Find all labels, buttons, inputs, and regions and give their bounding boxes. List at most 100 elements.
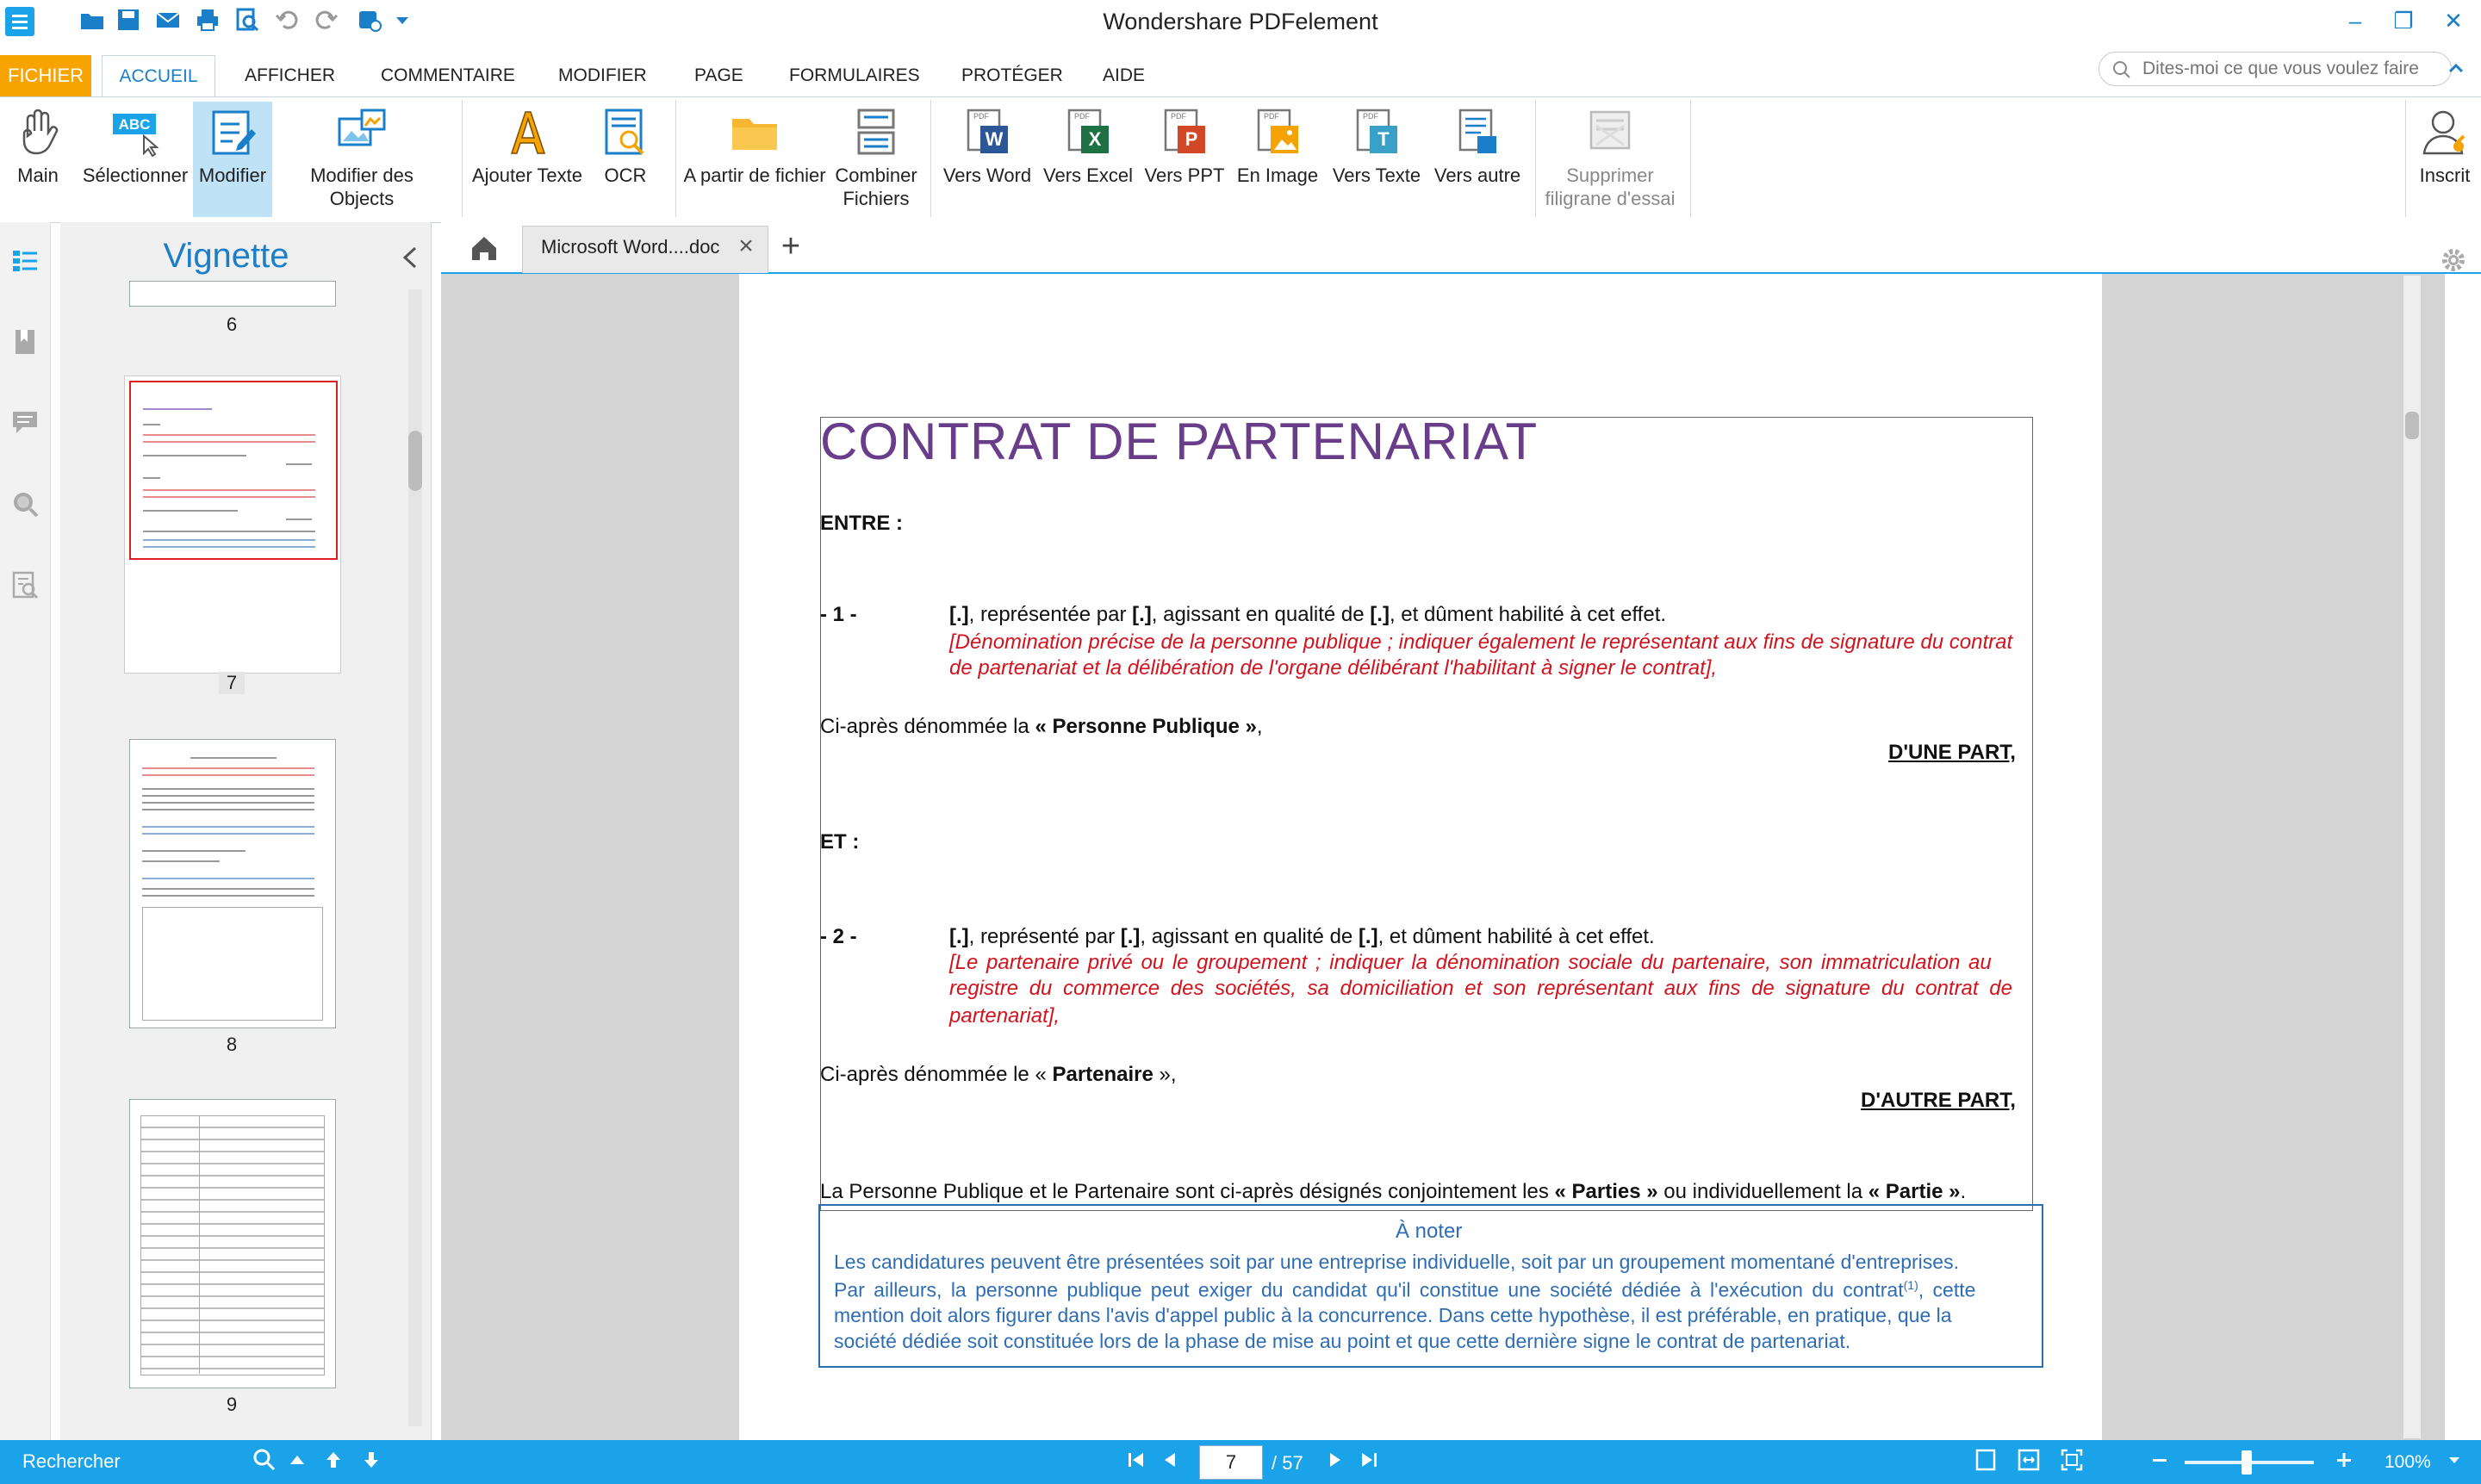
excel-file-icon: PDF X	[1067, 109, 1109, 153]
thumbnails-panel-icon[interactable]	[10, 246, 40, 276]
fit-page-icon[interactable]	[2059, 1447, 2085, 1473]
tab-accueil[interactable]: ACCUEIL	[102, 55, 215, 97]
edit-tool-button[interactable]: Modifier	[193, 102, 272, 217]
current-page-input[interactable]: 7	[1199, 1445, 1263, 1480]
to-image-button[interactable]: PDF En Image	[1230, 102, 1325, 217]
close-window-button[interactable]: ✕	[2434, 5, 2472, 36]
page-thumbnail-9[interactable]	[129, 1099, 336, 1388]
ribbon-separator	[930, 100, 931, 217]
page-thumbnail-number: 6	[226, 314, 238, 335]
first-page-icon[interactable]	[1123, 1447, 1149, 1473]
undo-icon[interactable]	[274, 7, 300, 33]
tab-afficher[interactable]: AFFICHER	[245, 55, 335, 96]
page-thumbnail-7[interactable]	[129, 381, 338, 560]
page-thumbnail-6[interactable]	[129, 281, 336, 307]
to-other-button[interactable]: Vers autre	[1428, 102, 1527, 217]
app-menu-button[interactable]	[5, 7, 34, 36]
next-page-icon[interactable]	[1321, 1447, 1347, 1473]
collapse-panel-icon[interactable]	[396, 243, 426, 272]
note-line: mention doit alors figurer dans l'avis d…	[834, 1304, 1952, 1326]
edit-objects-button[interactable]: Modifier des Objects	[276, 102, 448, 217]
tab-modifier[interactable]: MODIFIER	[558, 55, 647, 96]
thumbnail-table	[142, 907, 323, 1021]
text-frame	[820, 417, 2033, 1211]
entre-heading: ENTRE :	[820, 512, 903, 535]
tell-me-input[interactable]	[2141, 56, 2442, 82]
combine-files-button[interactable]: Combiner Fichiers	[829, 102, 923, 217]
to-text-button[interactable]: PDF T Vers Texte	[1325, 102, 1428, 217]
fit-width-icon[interactable]	[2016, 1447, 2042, 1473]
party-1-line: [.], représentée par [.], agissant en qu…	[949, 603, 1667, 626]
party-2-instructions: [Le partenaire privé ou le groupement ; …	[949, 951, 1992, 974]
remove-watermark-icon	[1589, 110, 1631, 150]
search-icon[interactable]	[252, 1447, 277, 1473]
tab-proteger[interactable]: PROTÉGER	[961, 55, 1063, 96]
text-file-icon: PDF T	[1356, 109, 1397, 153]
tab-formulaires[interactable]: FORMULAIRES	[789, 55, 920, 96]
add-text-button[interactable]: Ajouter Texte	[465, 102, 589, 217]
save-icon[interactable]	[115, 7, 141, 33]
select-text-icon: ABC	[113, 114, 159, 158]
quick-access-dropdown-icon[interactable]	[389, 7, 415, 33]
hand-icon	[22, 109, 59, 155]
left-rail	[0, 222, 51, 1440]
to-other-label: Vers autre	[1433, 165, 1521, 186]
from-file-button[interactable]: A partir de fichier	[681, 102, 829, 217]
search-panel-icon[interactable]	[10, 489, 40, 518]
party-1-instructions: de partenariat et la délibération de l'o…	[949, 656, 1718, 680]
zoom-in-icon[interactable]	[2331, 1447, 2357, 1473]
ocr-button[interactable]: OCR	[594, 102, 656, 217]
previous-page-icon[interactable]	[1158, 1447, 1184, 1473]
search-up-icon[interactable]	[284, 1447, 310, 1473]
bookmarks-panel-icon[interactable]	[10, 327, 40, 357]
thumbnail-scrollbar-thumb[interactable]	[408, 431, 422, 491]
to-ppt-button[interactable]: PDF P Vers PPT	[1139, 102, 1230, 217]
to-word-button[interactable]: PDF W Vers Word	[937, 102, 1037, 217]
tab-fichier[interactable]: FICHIER	[0, 55, 91, 96]
previous-result-icon[interactable]	[320, 1447, 346, 1473]
select-tool-button[interactable]: ABC Sélectionner	[78, 102, 193, 217]
gear-icon[interactable]	[2438, 245, 2469, 276]
hand-tool-button[interactable]: Main	[3, 102, 72, 217]
last-page-icon[interactable]	[1356, 1447, 1382, 1473]
folder-icon	[732, 119, 777, 150]
restore-button[interactable]: ❐	[2385, 5, 2422, 36]
new-tab-icon[interactable]: +	[775, 230, 806, 263]
minimize-button[interactable]: –	[2336, 5, 2374, 36]
remove-watermark-label: Supprimer filigrane d'essai	[1545, 165, 1676, 209]
thumbnail-table	[140, 1115, 325, 1375]
page-thumbnail-8[interactable]	[129, 739, 336, 1028]
ribbon-separator	[675, 100, 676, 217]
sign-in-button[interactable]: Inscrit	[2409, 102, 2481, 217]
home-icon[interactable]	[465, 229, 503, 267]
open-folder-icon[interactable]	[79, 7, 105, 33]
next-result-icon[interactable]	[358, 1447, 384, 1473]
zoom-level[interactable]: 100%	[2385, 1452, 2431, 1473]
share-icon[interactable]	[357, 7, 382, 33]
print-icon[interactable]	[195, 7, 221, 33]
tab-page[interactable]: PAGE	[694, 55, 743, 96]
tab-commentaire[interactable]: COMMENTAIRE	[381, 55, 515, 96]
zoom-slider-handle[interactable]	[2242, 1450, 2252, 1475]
collapse-ribbon-icon[interactable]	[2443, 55, 2469, 81]
close-tab-icon[interactable]: ×	[734, 233, 758, 259]
print-preview-icon[interactable]	[234, 7, 260, 33]
status-search-label[interactable]: Rechercher	[22, 1450, 121, 1473]
zoom-out-icon[interactable]	[2147, 1447, 2173, 1473]
to-excel-button[interactable]: PDF X Vers Excel	[1037, 102, 1139, 217]
tab-aide[interactable]: AIDE	[1103, 55, 1145, 96]
party-2-instructions: partenariat],	[949, 1004, 1060, 1028]
redo-icon[interactable]	[314, 7, 339, 33]
single-page-view-icon[interactable]	[1973, 1447, 1999, 1473]
edit-objects-icon	[338, 109, 386, 146]
document-scrollbar-thumb[interactable]	[2405, 412, 2419, 439]
email-icon[interactable]	[155, 7, 181, 33]
find-in-document-icon[interactable]	[10, 570, 40, 599]
zoom-dropdown-icon[interactable]	[2441, 1447, 2467, 1473]
ribbon-separator	[2405, 100, 2406, 217]
party-2-number: - 2 -	[820, 925, 857, 948]
remove-watermark-button[interactable]: Supprimer filigrane d'essai	[1539, 102, 1682, 217]
comments-panel-icon[interactable]	[10, 408, 40, 438]
document-scrollbar[interactable]	[2403, 276, 2421, 1438]
tell-me-search[interactable]	[2099, 52, 2452, 86]
